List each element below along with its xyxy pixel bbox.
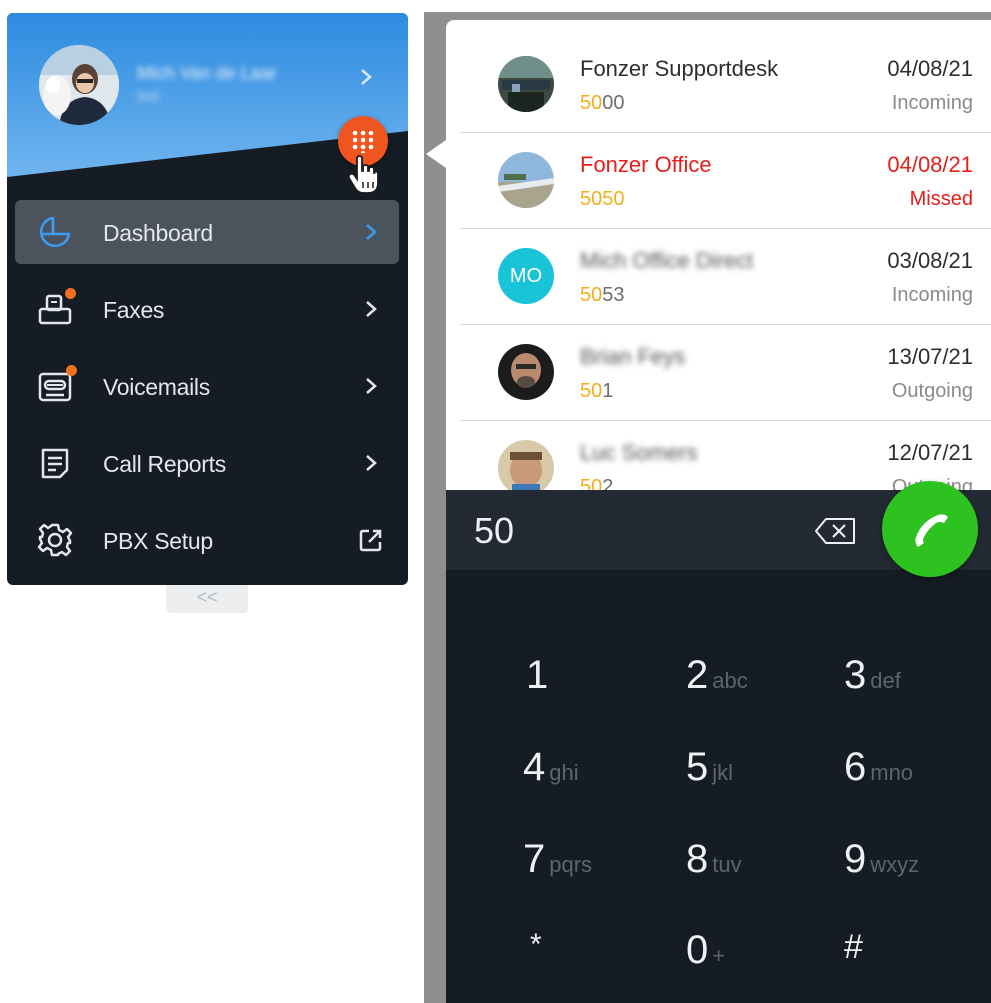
backspace-icon[interactable] [814,517,858,545]
dialpad-key-4[interactable]: 4 ghi [523,745,683,805]
phone-panel: Fonzer Supportdesk 5000 04/08/21 Incomin… [446,20,991,1003]
contact-avatar [498,56,554,112]
user-name[interactable]: Mich Van de Laar [137,63,277,84]
sidebar: Mich Van de Laar 503 Dashboard Faxes Voi… [7,13,408,585]
dialpad-key-9[interactable]: 9 wxyz [844,837,991,897]
notification-badge [65,288,76,299]
chevron-right-icon[interactable] [357,65,375,89]
notification-badge [66,365,77,376]
contact-initials-avatar: MO [498,248,554,304]
call-type: Missed [909,188,973,210]
sidebar-item-label: Voicemails [103,374,210,400]
call-type: Incoming [891,92,973,114]
hand-cursor-icon [347,155,379,194]
dialer: 50 1 2 abc 3 def 4 ghi 5 jkl 6 mno 7 pqrs 8 tuv… [446,481,991,1003]
sidebar-item-call-reports[interactable]: Call Reports [15,431,399,495]
dialpad-key-8[interactable]: 8 tuv [686,837,846,897]
external-link-icon [359,529,382,552]
call-item[interactable]: MO Mich Office Direct 5053 03/08/21 Inco… [460,228,991,325]
sidebar-item-label: Dashboard [103,220,213,246]
dialpad-key-5[interactable]: 5 jkl [686,745,846,805]
chevron-right-icon [366,224,377,240]
contact-number: 5053 [580,284,625,306]
sidebar-item-voicemails[interactable]: Voicemails [15,354,399,418]
dialpad-key-6[interactable]: 6 mno [844,745,991,805]
call-date: 03/08/21 [887,248,973,273]
call-item[interactable]: Brian Feys 501 13/07/21 Outgoing [460,324,991,421]
chevron-right-icon [366,378,377,394]
chevron-right-icon [366,455,377,471]
contact-avatar [498,440,554,496]
collapse-label: << [196,587,218,607]
dialpad-key-hash[interactable]: # [844,928,991,988]
contact-number: 501 [580,380,614,402]
call-date: 13/07/21 [887,344,973,369]
sidebar-header: Mich Van de Laar 503 [7,13,408,194]
dialpad-key-2[interactable]: 2 abc [686,653,846,713]
dialpad-key-0[interactable]: 0 + [686,928,846,988]
dialpad-key-3[interactable]: 3 def [844,653,991,713]
sidebar-item-pbx-setup[interactable]: PBX Setup [15,508,399,572]
sidebar-item-label: PBX Setup [103,528,213,554]
call-type: Outgoing [891,380,973,402]
dialpad-key-1[interactable]: 1 [526,653,686,713]
call-date: 12/07/21 [887,440,973,465]
contact-name: Mich Office Direct [580,248,754,273]
contact-number: 5050 [580,188,625,210]
user-avatar[interactable] [39,45,119,125]
phone-icon [915,514,948,547]
sidebar-item-label: Faxes [103,297,165,323]
user-extension: 503 [137,89,159,104]
gear-icon [37,523,73,557]
call-button[interactable] [882,481,978,577]
contact-name: Brian Feys [580,344,686,369]
contact-avatar [498,344,554,400]
dialpad-icon [352,130,374,153]
pie-chart-icon [39,216,71,248]
dialpad-key-star[interactable]: * [530,928,690,988]
contact-number: 5000 [580,92,625,114]
chevron-right-icon [366,301,377,317]
sidebar-item-faxes[interactable]: Faxes [15,277,399,341]
call-date: 04/08/21 [887,152,973,177]
sidebar-item-label: Call Reports [103,451,226,477]
call-item[interactable]: Fonzer Office 5050 04/08/21 Missed [460,132,991,229]
contact-name: Luc Somers [580,440,698,465]
contact-name: Fonzer Supportdesk [580,56,779,81]
call-item[interactable]: Fonzer Supportdesk 5000 04/08/21 Incomin… [460,36,991,133]
dialpad-key-7[interactable]: 7 pqrs [523,837,683,897]
dial-input[interactable]: 50 [474,510,514,552]
contact-name: Fonzer Office [580,152,712,177]
report-icon [41,448,69,479]
call-date: 04/08/21 [887,56,973,81]
sidebar-item-dashboard[interactable]: Dashboard [15,200,399,264]
collapse-sidebar-button[interactable]: << [166,585,248,613]
contact-avatar [498,152,554,208]
call-type: Incoming [891,284,973,306]
panel-pointer [426,140,446,168]
